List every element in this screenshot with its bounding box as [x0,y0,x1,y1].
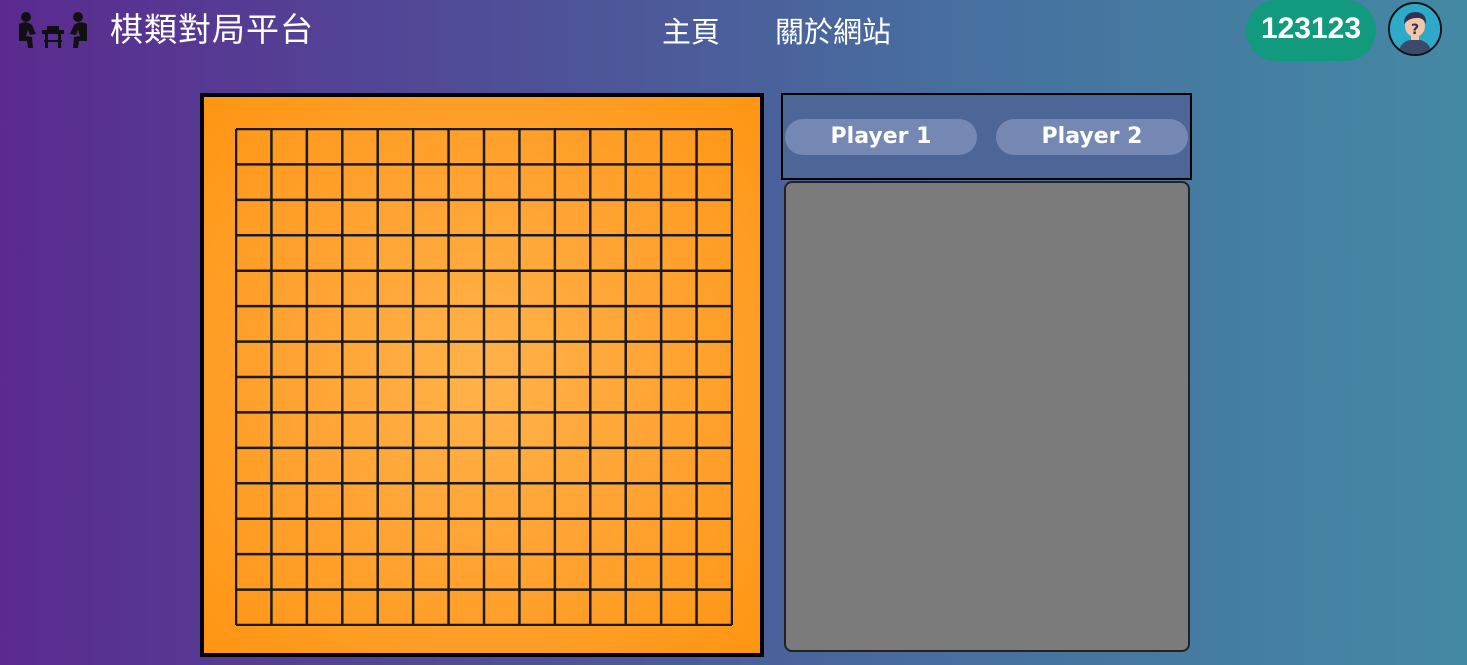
board-grid[interactable] [235,128,733,626]
players-panel: Player 1 Player 2 [781,93,1192,180]
nav-home-link[interactable]: 主頁 [662,10,720,54]
svg-text:?: ? [1411,22,1419,38]
player2-button[interactable]: Player 2 [996,119,1188,155]
game-info-panel [784,181,1190,652]
nav-about-link[interactable]: 關於網站 [775,10,891,54]
user-avatar-icon[interactable]: ? [1388,2,1442,56]
player1-button[interactable]: Player 1 [785,119,977,155]
chess-players-icon [16,10,90,50]
site-title: 棋類對局平台 [110,10,314,49]
user-id-badge[interactable]: 123123 [1246,0,1376,61]
game-board[interactable] [200,93,764,657]
